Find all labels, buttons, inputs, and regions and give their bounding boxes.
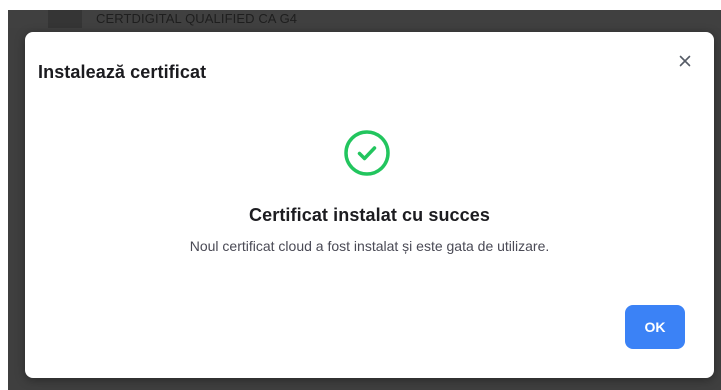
background-list-item: CERTDIGITAL QUALIFIED CA G4 — [8, 10, 721, 28]
close-icon — [675, 51, 695, 71]
background-list-item-label: CERTDIGITAL QUALIFIED CA G4 — [96, 11, 298, 26]
check-circle-icon — [343, 129, 391, 177]
install-certificate-dialog: Instalează certificat Certificat instala… — [25, 32, 714, 378]
background-thumbnail — [48, 10, 82, 28]
success-heading: Certificat instalat cu succes — [249, 205, 490, 225]
close-button[interactable] — [675, 51, 695, 71]
dialog-title: Instalează certificat — [38, 62, 207, 82]
success-message: Noul certificat cloud a fost instalat și… — [189, 238, 550, 254]
ok-button[interactable]: OK — [625, 305, 685, 349]
